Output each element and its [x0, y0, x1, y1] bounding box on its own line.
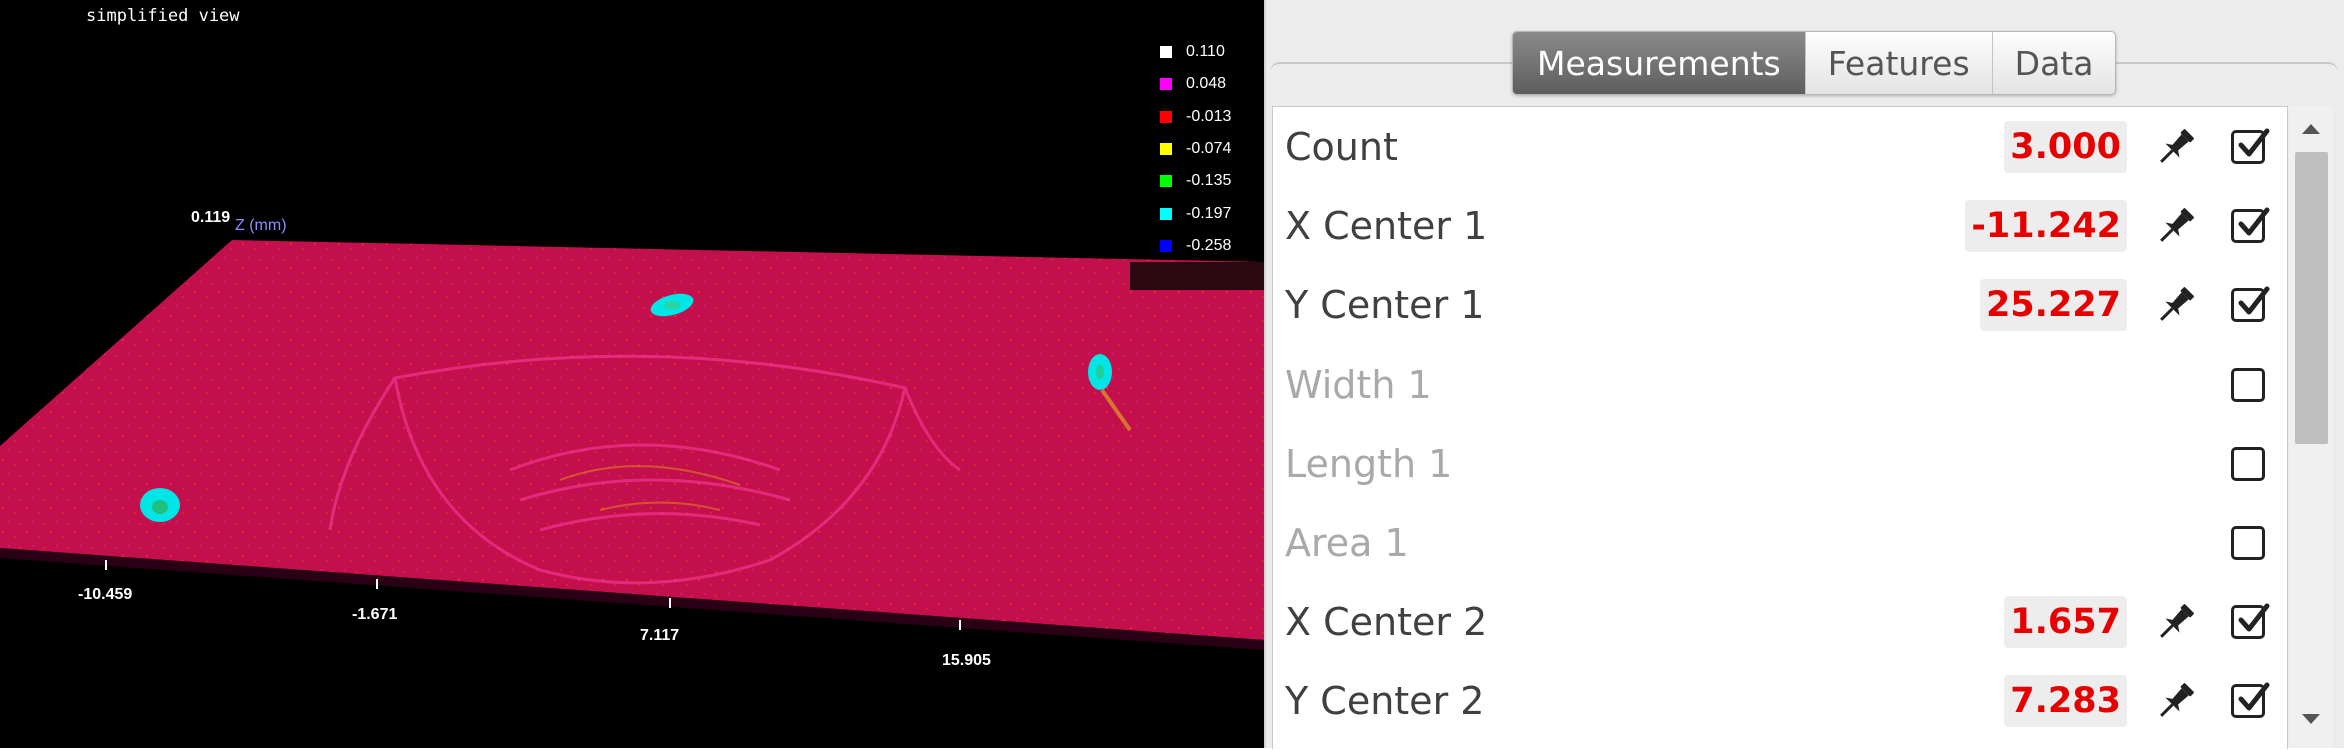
display-checkbox[interactable]: [2231, 128, 2270, 164]
legend-swatch: [1160, 143, 1172, 156]
app-window: simplified view 0.110 0.048 -0.013 -0.07…: [0, 0, 2344, 749]
measurement-value: -11.242: [1965, 200, 2127, 253]
measurement-value: 7.283: [2004, 675, 2127, 728]
measurement-row-area-1[interactable]: Area 1: [1273, 503, 2287, 582]
surface-render[interactable]: [0, 0, 1264, 748]
legend-value: -0.258: [1186, 236, 1232, 254]
measurement-label: Area 1: [1285, 520, 1409, 565]
scroll-down-arrow-icon[interactable]: [2302, 714, 2320, 724]
legend-swatch: [1160, 110, 1172, 123]
tab-measurements[interactable]: Measurements: [1513, 32, 1805, 94]
pin-icon[interactable]: [2153, 678, 2199, 724]
pin-icon[interactable]: [2153, 282, 2199, 328]
3d-surface-viewer[interactable]: simplified view 0.110 0.048 -0.013 -0.07…: [0, 0, 1264, 748]
measurements-list[interactable]: Count 3.000 X Center 1 -11.242 Y Center …: [1272, 106, 2288, 749]
measurement-row-count[interactable]: Count 3.000: [1273, 107, 2287, 186]
measurement-label: Length 1: [1285, 441, 1453, 486]
display-checkbox[interactable]: [2231, 286, 2270, 323]
legend-entry: -0.074: [1160, 133, 1231, 165]
measurement-label: X Center 2: [1285, 600, 1488, 645]
legend-value: -0.135: [1186, 172, 1232, 190]
legend-entry: -0.258: [1160, 230, 1231, 262]
pin-icon[interactable]: [2153, 203, 2199, 249]
measurement-label: Y Center 1: [1285, 283, 1485, 328]
z-axis-top-value: 0.119: [191, 209, 231, 226]
pin-icon[interactable]: [2153, 124, 2199, 170]
legend-value: -0.074: [1186, 140, 1232, 158]
legend-entry: 0.048: [1160, 68, 1231, 100]
legend-entry: -0.013: [1160, 101, 1231, 133]
legend-entry: 0.110: [1160, 36, 1231, 68]
display-checkbox[interactable]: [2231, 603, 2270, 640]
pin-icon[interactable]: [2153, 599, 2199, 645]
measurement-row-y-center-2[interactable]: Y Center 2 7.283: [1273, 661, 2287, 740]
legend-swatch: [1160, 239, 1172, 252]
tab-data[interactable]: Data: [1991, 32, 2116, 94]
surface-speckle: [0, 240, 1264, 640]
tools-panel: Measurements Features Data Count 3.000 X…: [1264, 0, 2344, 749]
measurement-row-x-center-1[interactable]: X Center 1 -11.242: [1273, 186, 2287, 265]
x-axis-tick-label: 7.117: [640, 627, 680, 644]
measurement-row-x-center-2[interactable]: X Center 2 1.657: [1273, 582, 2287, 661]
scroll-thumb[interactable]: [2295, 152, 2328, 444]
display-checkbox[interactable]: [2231, 525, 2265, 560]
legend-swatch: [1160, 78, 1172, 91]
x-axis-tick-label: -10.459: [78, 586, 133, 603]
legend-swatch: [1160, 207, 1172, 220]
legend-value: 0.110: [1186, 43, 1225, 61]
scroll-up-arrow-icon[interactable]: [2302, 124, 2320, 134]
measurement-value: 25.227: [1979, 279, 2127, 332]
display-checkbox[interactable]: [2231, 367, 2265, 402]
display-checkbox[interactable]: [2231, 682, 2270, 719]
legend-value: -0.013: [1186, 107, 1232, 125]
x-axis-tick-label: 15.905: [942, 652, 991, 669]
legend-entry: -0.197: [1160, 197, 1231, 229]
measurement-label: Count: [1285, 125, 1398, 169]
legend-swatch: [1160, 46, 1172, 59]
x-axis-tick-label: -1.671: [352, 606, 398, 623]
legend-entry: -0.135: [1160, 165, 1231, 197]
legend-swatch: [1160, 175, 1172, 188]
measurement-value: 3.000: [2004, 121, 2127, 173]
display-checkbox[interactable]: [2231, 207, 2270, 244]
tab-features[interactable]: Features: [1804, 32, 1992, 94]
measurement-value: 1.657: [2004, 596, 2127, 649]
z-axis-label: Z (mm): [235, 217, 287, 234]
measurement-row-width-1[interactable]: Width 1: [1273, 345, 2287, 424]
measurement-row-length-1[interactable]: Length 1: [1273, 424, 2287, 503]
surface-occluded-corner: [1130, 262, 1264, 290]
measurement-label: Y Center 2: [1285, 679, 1485, 724]
vertical-scrollbar[interactable]: [2289, 106, 2333, 748]
measurement-row-y-center-1[interactable]: Y Center 1 25.227: [1273, 265, 2287, 344]
panel-tabs: Measurements Features Data: [1512, 31, 2117, 95]
legend-value: -0.197: [1186, 204, 1232, 222]
color-scale-legend: 0.110 0.048 -0.013 -0.074 -0.135 -0.197: [1160, 36, 1231, 262]
view-mode-label: simplified view: [86, 6, 240, 26]
measurement-label: Width 1: [1285, 362, 1432, 407]
display-checkbox[interactable]: [2231, 446, 2265, 481]
legend-value: 0.048: [1186, 75, 1227, 93]
measurement-label: X Center 1: [1285, 204, 1488, 249]
